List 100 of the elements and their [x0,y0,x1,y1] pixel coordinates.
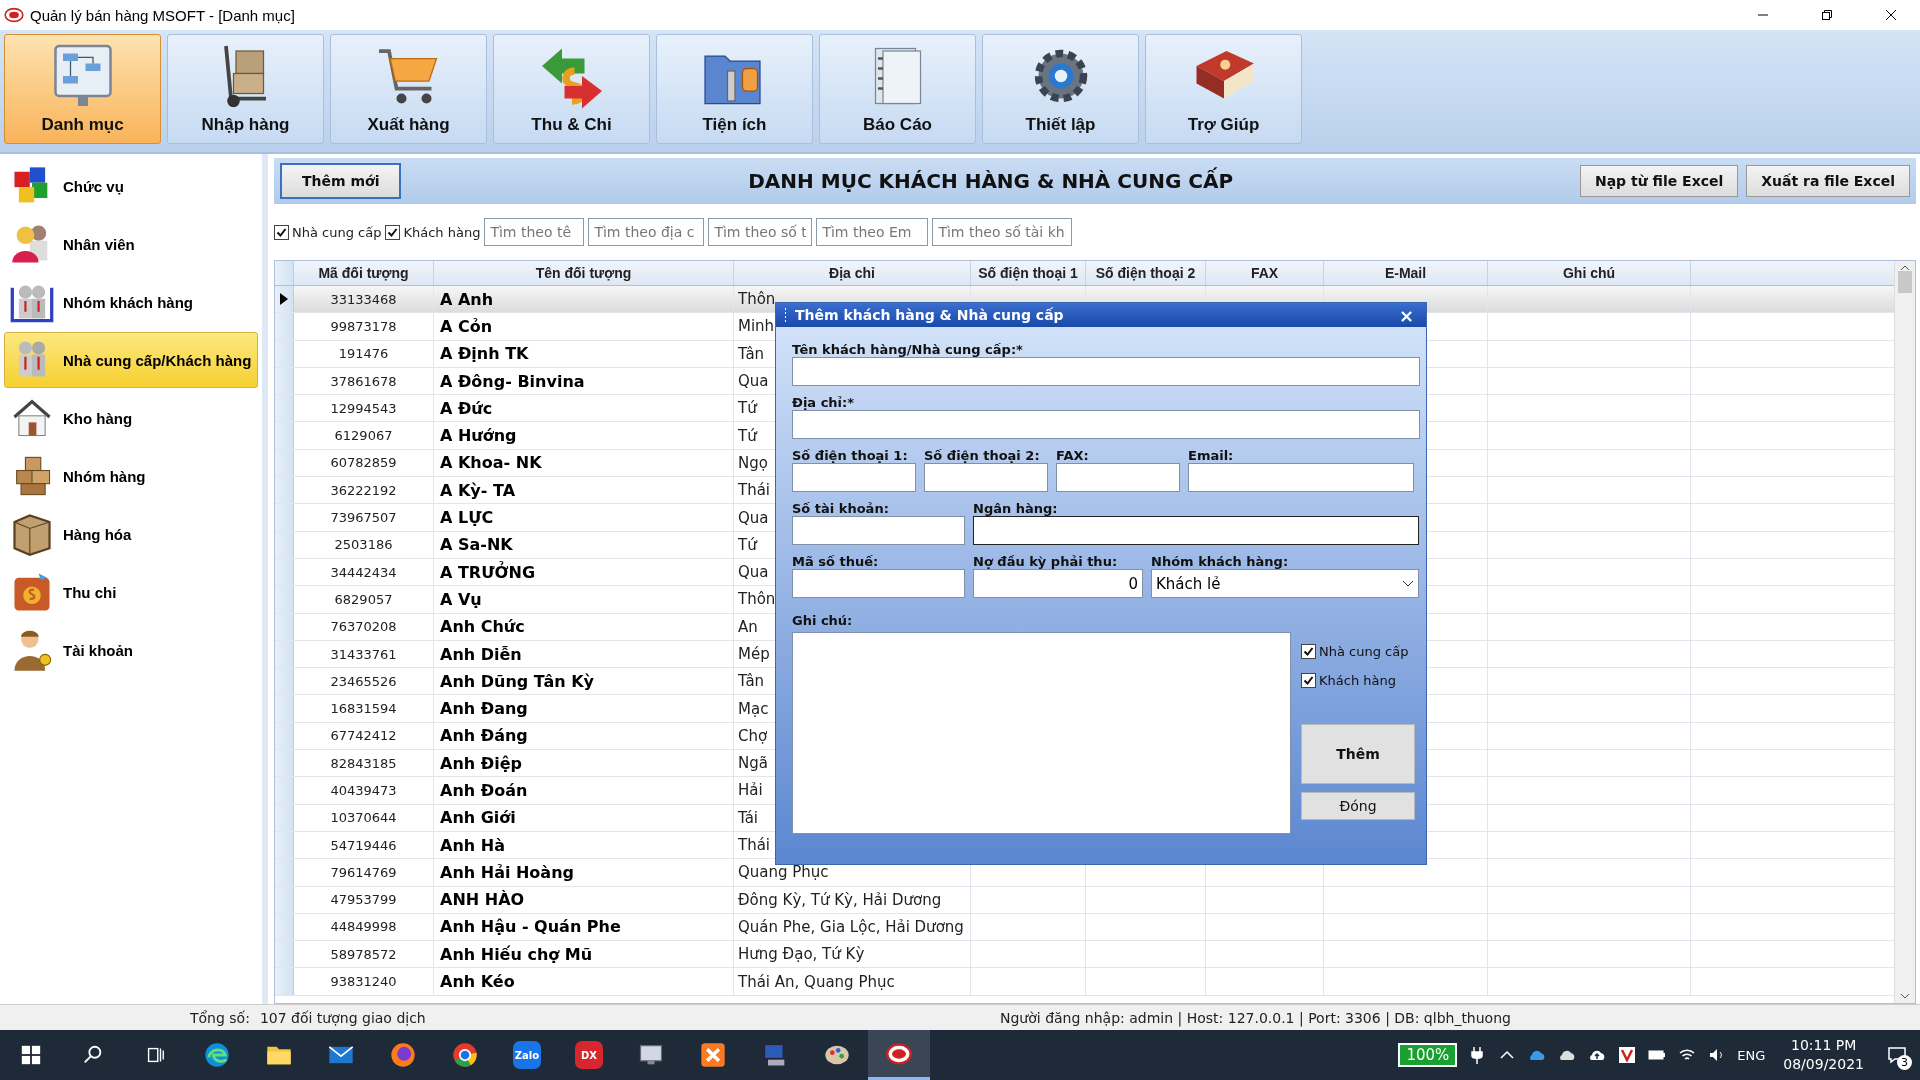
input-field[interactable] [924,463,1048,492]
column-header[interactable]: Tên đối tượng [434,261,734,285]
sidebar-label: Chức vụ [63,177,124,195]
close-dialog-button[interactable]: Đóng [1301,792,1415,820]
input-field[interactable] [1056,463,1180,492]
table-cell: Anh Hà [434,831,734,859]
row-pointer-icon [280,293,288,306]
search-field[interactable]: Tìm theo tê [484,218,585,246]
sidebar-item[interactable]: Hàng hóa [4,506,258,562]
table-cell: 82843185 [294,750,434,777]
table-cell: 54719446 [294,831,434,859]
table-cell: 76370208 [294,613,434,640]
sidebar-item[interactable]: Kho hàng [4,390,258,446]
checkbox[interactable] [1301,673,1316,688]
checkbox-label: Nhà cung cấp [292,224,382,240]
scrollbar[interactable] [1894,261,1915,1003]
input-field[interactable] [792,410,1420,439]
sidebar-item[interactable]: Nhóm hàng [4,448,258,504]
checkbox-label: Khách hàng [1319,673,1396,688]
status-text: Người đăng nhập: admin | Host: 127.0.0.1 | Port: 3306 | DB: qlbh_thuong [1000,1009,1511,1026]
toolbar-button[interactable]: Xuất hàng [330,34,487,144]
sidebar-item[interactable]: Tài khoản [4,622,258,678]
import-excel-button[interactable]: Nạp từ file Excel [1579,165,1739,197]
notes-field[interactable] [792,632,1291,834]
scroll-thumb[interactable] [1898,271,1912,293]
notification-count: 3 [1897,1055,1912,1070]
input-field[interactable] [792,463,916,492]
search-field[interactable]: Tìm theo địa c [588,218,705,246]
table-cell: 23465526 [294,668,434,695]
table-row[interactable]: 47953799 ANH HÀO Đông Kỳ, Tứ Kỳ, Hải Dương [275,886,1894,914]
toolbar-button[interactable]: Thu & Chi [493,34,650,144]
table-row[interactable]: 58978572 Anh Hiếu chợ Mũ Hưng Đạo, Tứ Kỳ [275,941,1894,969]
dropdown[interactable]: Khách lẻ [1151,569,1419,598]
v-logo-icon[interactable] [1617,1045,1638,1065]
taskbar-button[interactable]: Zalo [496,1030,558,1080]
export-excel-button[interactable]: Xuất ra file Excel [1746,165,1910,197]
language-indicator[interactable]: ENG [1737,1047,1766,1063]
search-field[interactable]: Tìm theo số tài kh [932,218,1073,246]
sidebar-label: Kho hàng [63,409,133,427]
table-cell: Anh Kéo [434,968,734,995]
notification-icon[interactable] [1887,1045,1907,1065]
clock[interactable]: 10:11 PM 08/09/2021 [1775,1036,1872,1074]
table-cell: 6829057 [294,586,434,613]
checkbox[interactable] [274,224,289,240]
toolbar-button[interactable]: Báo Cáo [819,34,976,144]
input-field[interactable] [1188,463,1414,492]
scroll-down-icon[interactable] [1900,993,1910,999]
column-header[interactable]: Mã đối tượng [294,261,434,285]
battery-level: 100% [1398,1043,1458,1067]
table-cell: 6129067 [294,422,434,449]
table-cell: 10370644 [294,804,434,831]
scroll-up-icon[interactable] [1900,265,1910,271]
table-cell: ANH HÀO [434,886,734,913]
table-cell: 67742412 [294,722,434,750]
taskbar-button[interactable] [868,1030,930,1080]
table-cell: 36222192 [294,477,434,504]
input-field[interactable]: 0 [973,569,1143,598]
column-header[interactable]: Ghi chú [1488,261,1691,285]
input-field[interactable] [792,569,965,598]
input-field[interactable] [973,516,1419,545]
toolbar-button[interactable]: Trợ Giúp [1145,34,1302,144]
table-cell: A Vụ [434,586,734,613]
table-row[interactable]: 93831240 Anh Kéo Thái An, Quang Phục [275,968,1894,996]
column-header[interactable]: Địa chỉ [734,261,971,285]
column-header[interactable]: Số điện thoại 1 [971,261,1086,285]
row-header[interactable] [275,286,294,313]
checkbox[interactable] [385,224,401,240]
field-label: Địa chỉ:* [792,394,856,410]
sidebar-item[interactable]: Nhân viên [4,216,258,272]
column-header[interactable]: Số điện thoại 2 [1086,261,1206,285]
add-button[interactable]: Thêm [1301,724,1415,784]
input-field[interactable] [792,357,1420,386]
table-row[interactable]: 44849998 Anh Hậu - Quán Phe Quán Phe, Gia Lộc, Hải Dương [275,913,1894,942]
table-cell: 47953799 [294,886,434,913]
table-cell: Thái An, Quang Phục [734,968,971,995]
table-cell: 58978572 [294,941,434,968]
sidebar-item[interactable]: Nhóm khách hàng [4,274,258,330]
sidebar-item[interactable]: Nhà cung cấp/Khách hàng [4,332,258,388]
table-cell: A TRƯỞNG [434,558,734,586]
checkbox[interactable] [1301,644,1316,659]
taskbar-button[interactable]: DX [558,1030,620,1080]
table-cell: 16831594 [294,695,434,722]
toolbar-button[interactable]: Thiết lập [982,34,1139,144]
browser-icon [389,1041,417,1069]
checkbox-label: Nhà cung cấp [1319,644,1409,659]
app-logo-icon [4,7,24,23]
search-field[interactable]: Tìm theo Em [816,218,929,246]
sidebar-item[interactable]: Chức vụ [4,158,258,214]
toolbar-button[interactable]: Nhập hàng [167,34,324,144]
sidebar-label: Nhóm hàng [63,467,146,485]
column-header[interactable]: E-Mail [1324,261,1488,285]
sidebar-label: Thu chi [63,583,117,601]
sidebar-item[interactable]: Thu chi [4,564,258,620]
field-label: FAX: [1056,447,1090,463]
toolbar-button[interactable]: Tiện ích [656,34,813,144]
column-header[interactable]: FAX [1206,261,1324,285]
toolbar-button[interactable]: Danh mục [4,34,161,144]
search-field[interactable]: Tìm theo số t [708,218,813,246]
add-new-button[interactable]: Thêm mới [280,163,402,199]
input-field[interactable] [792,516,965,545]
